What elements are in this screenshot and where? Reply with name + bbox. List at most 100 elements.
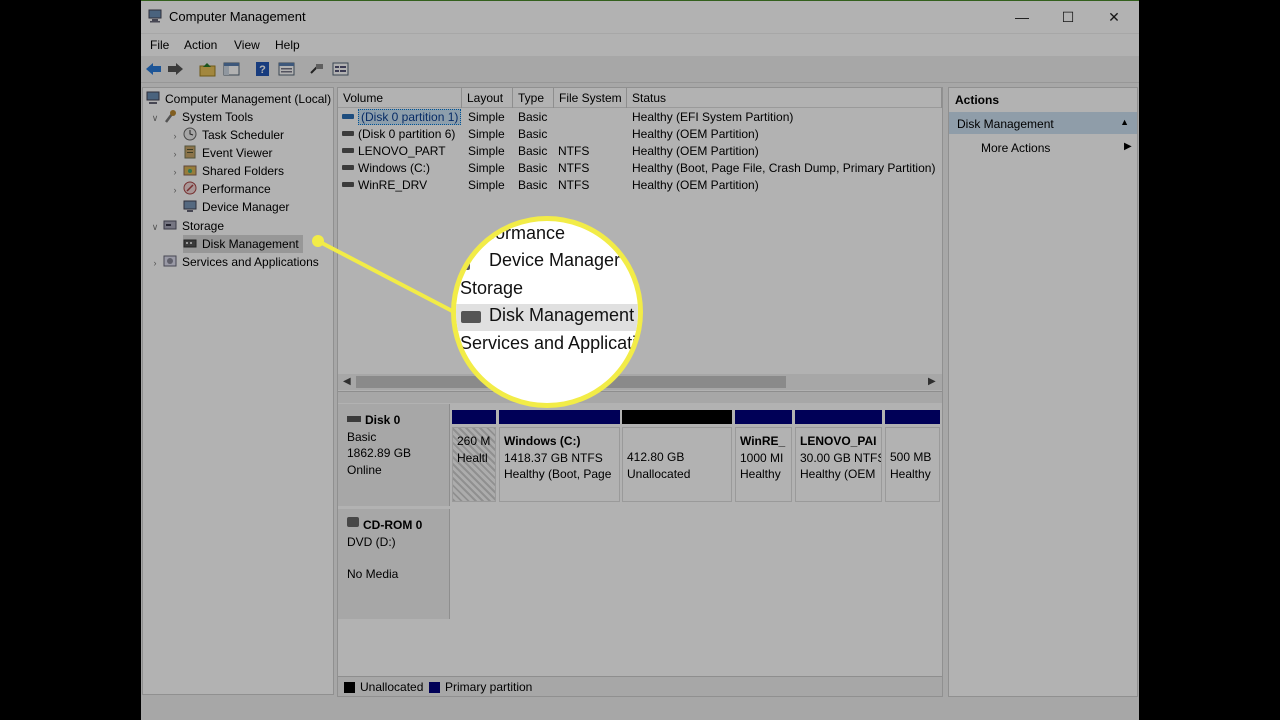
partition-lenovo[interactable]: LENOVO_PAI 30.00 GB NTFS Healthy (OEM xyxy=(795,410,882,502)
tree-device-manager-label: Device Manager xyxy=(202,200,290,214)
tree-task-scheduler-label: Task Scheduler xyxy=(202,128,285,142)
more-actions-item[interactable]: More Actions xyxy=(981,141,1050,155)
computer-icon xyxy=(146,91,160,104)
volume-row[interactable]: WinRE_DRV Simple Basic NTFS Healthy (OEM… xyxy=(338,177,942,194)
volume-layout: Simple xyxy=(468,144,505,158)
cdrom-icon xyxy=(347,517,359,527)
legend-primary: Primary partition xyxy=(445,680,533,694)
column-type[interactable]: Type xyxy=(513,88,554,108)
collapse-up-icon[interactable]: ▲ xyxy=(1120,117,1129,127)
column-layout[interactable]: Layout xyxy=(462,88,513,108)
actions-section-disk-management[interactable]: Disk Management ▲ xyxy=(949,112,1137,134)
partition-bar xyxy=(885,410,940,424)
menu-file[interactable]: File xyxy=(150,38,169,52)
list-view-icon[interactable] xyxy=(332,61,349,77)
volume-row[interactable]: (Disk 0 partition 6) Simple Basic Health… xyxy=(338,126,942,143)
tree-disk-management-label: Disk Management xyxy=(202,237,299,251)
submenu-arrow-icon[interactable]: ▶ xyxy=(1124,141,1132,152)
forward-arrow-icon[interactable] xyxy=(167,61,184,77)
connect-icon[interactable] xyxy=(308,61,325,77)
expand-chevron-icon[interactable]: › xyxy=(169,127,181,145)
volume-fs: NTFS xyxy=(558,178,590,192)
magnifier-callout: erformance Device Manager Storage Disk M… xyxy=(451,216,643,408)
legend-bar: Unallocated Primary partition xyxy=(338,676,942,696)
tree-storage[interactable]: ∨ Storage xyxy=(149,217,224,235)
volume-name: WinRE_DRV xyxy=(358,178,428,192)
expand-chevron-icon[interactable]: › xyxy=(149,254,161,272)
menu-help[interactable]: Help xyxy=(275,38,300,52)
partition-efi[interactable]: 260 M Healtl xyxy=(452,410,496,502)
partition-size: 30.00 GB NTFS xyxy=(800,450,882,465)
volume-fs: NTFS xyxy=(558,161,590,175)
disk-0-state: Online xyxy=(347,462,382,477)
volume-type: Basic xyxy=(518,178,548,192)
tree-event-viewer-label: Event Viewer xyxy=(202,146,273,160)
tree-task-scheduler[interactable]: › Task Scheduler xyxy=(169,126,284,144)
tree-root[interactable]: Computer Management (Local) xyxy=(146,90,331,108)
tree-shared-folders[interactable]: › Shared Folders xyxy=(169,162,285,181)
volume-fs: NTFS xyxy=(558,144,590,158)
partition-windows-c[interactable]: Windows (C:) 1418.37 GB NTFS Healthy (Bo… xyxy=(499,410,620,502)
magnified-performance: erformance xyxy=(474,223,566,243)
disk-0-name: Disk 0 xyxy=(365,413,401,427)
properties-icon[interactable] xyxy=(278,61,295,77)
tree-event-viewer[interactable]: › Event Viewer xyxy=(169,144,272,162)
actions-pane: Actions Disk Management ▲ More Actions ▶ xyxy=(948,87,1138,697)
column-volume[interactable]: Volume xyxy=(338,88,462,108)
partition-size: 1000 MI xyxy=(740,450,784,465)
up-folder-icon[interactable] xyxy=(199,61,216,77)
scroll-right-icon[interactable]: ▶ xyxy=(928,374,936,390)
scroll-left-icon[interactable]: ◀ xyxy=(343,374,351,390)
unallocated-swatch xyxy=(344,682,355,693)
partition-unallocated[interactable]: 412.80 GB Unallocated xyxy=(622,410,732,502)
partition-oem[interactable]: 500 MB Healthy xyxy=(885,410,940,502)
legend-unallocated: Unallocated xyxy=(360,680,424,694)
column-status[interactable]: Status xyxy=(627,88,942,108)
collapse-chevron-icon[interactable]: ∨ xyxy=(149,218,161,236)
tree-disk-management[interactable]: Disk Management xyxy=(183,235,303,253)
tree-performance[interactable]: › Performance xyxy=(169,180,271,198)
volume-name: (Disk 0 partition 6) xyxy=(358,127,456,141)
primary-swatch xyxy=(429,682,440,693)
partition-status: Healthy (OEM xyxy=(800,467,876,481)
back-arrow-icon[interactable] xyxy=(145,61,162,77)
cdrom-0-label[interactable]: CD-ROM 0 DVD (D:) No Media xyxy=(338,509,450,619)
menu-view[interactable]: View xyxy=(234,38,260,52)
menu-action[interactable]: Action xyxy=(184,38,217,52)
window-title: Computer Management xyxy=(169,9,306,24)
partition-winre[interactable]: WinRE_ 1000 MI Healthy xyxy=(735,410,792,502)
horizontal-scrollbar[interactable]: ◀ ▶ xyxy=(338,374,942,390)
show-hide-tree-icon[interactable] xyxy=(223,61,240,77)
volume-icon xyxy=(342,165,354,170)
disk-0-label[interactable]: Disk 0 Basic 1862.89 GB Online xyxy=(338,404,450,506)
disk-icon xyxy=(347,416,361,422)
expand-chevron-icon[interactable]: › xyxy=(169,145,181,163)
disk-0-type: Basic xyxy=(347,429,377,444)
volume-status: Healthy (EFI System Partition) xyxy=(632,110,794,124)
disk-0-size: 1862.89 GB xyxy=(347,446,412,460)
volume-row[interactable]: LENOVO_PART Simple Basic NTFS Healthy (O… xyxy=(338,143,942,160)
volume-row[interactable]: Windows (C:) Simple Basic NTFS Healthy (… xyxy=(338,160,942,177)
pane-splitter[interactable] xyxy=(338,391,942,403)
tree-system-tools[interactable]: ∨ System Tools xyxy=(149,108,253,126)
expand-chevron-icon[interactable]: › xyxy=(169,181,181,199)
partition-bar xyxy=(452,410,496,424)
help-icon[interactable]: ? xyxy=(254,61,271,77)
volume-row[interactable]: (Disk 0 partition 1) Simple Basic Health… xyxy=(338,109,942,126)
partition-status: Healtl xyxy=(457,450,488,465)
actions-header: Actions xyxy=(949,88,1137,110)
cdrom-0-name: CD-ROM 0 xyxy=(363,518,423,532)
partition-name: LENOVO_PAI xyxy=(800,434,877,448)
volume-name: LENOVO_PART xyxy=(358,144,446,158)
tree-services[interactable]: › Services and Applications xyxy=(149,253,319,271)
minimize-button[interactable]: — xyxy=(999,1,1045,33)
close-button[interactable]: ✕ xyxy=(1091,1,1137,33)
column-file-system[interactable]: File System xyxy=(554,88,627,108)
services-icon xyxy=(163,255,177,267)
collapse-chevron-icon[interactable]: ∨ xyxy=(149,109,161,127)
expand-chevron-icon[interactable]: › xyxy=(169,163,181,181)
maximize-button[interactable]: ☐ xyxy=(1045,1,1091,33)
tree-device-manager[interactable]: Device Manager xyxy=(183,198,289,216)
disk-management-pane: Volume Layout Type File System Status (D… xyxy=(337,87,943,697)
status-bar xyxy=(141,698,1139,720)
